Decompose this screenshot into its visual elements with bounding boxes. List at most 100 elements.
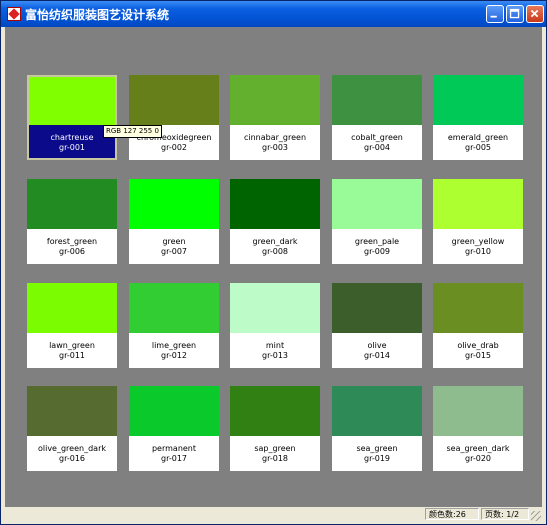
swatch-color [129,386,219,436]
swatch-code: gr-013 [261,351,288,360]
color-swatch-tile[interactable]: olive_drab gr-015 [433,283,523,368]
swatch-name: mint [265,341,285,350]
color-swatch-tile[interactable]: green_dark gr-008 [230,179,320,264]
swatch-color [129,179,219,229]
title-bar[interactable]: 富怡纺织服装图艺设计系统 [1,1,546,27]
swatch-color [29,77,115,125]
swatch-label: forest_green gr-006 [27,229,117,264]
swatch-color [27,283,117,333]
swatch-code: gr-020 [464,454,491,463]
swatch-label: cinnabar_green gr-003 [230,125,320,160]
color-swatch-tile[interactable]: cobalt_green gr-004 [332,75,422,160]
rgb-tooltip: RGB 127 255 0 [103,125,162,138]
swatch-name: green_dark [252,237,298,246]
color-swatch-tile[interactable]: chartreuse gr-001 [27,75,117,160]
swatch-name: green [162,237,186,246]
swatch-label: green_yellow gr-010 [433,229,523,264]
swatch-name: olive [367,341,387,350]
swatch-color [129,75,219,125]
swatch-label: green_pale gr-009 [332,229,422,264]
color-swatch-tile[interactable]: green_yellow gr-010 [433,179,523,264]
status-bar: 颜色数:26 页数: 1/2 [5,507,542,522]
swatch-name: green_yellow [451,237,505,246]
swatch-color [27,179,117,229]
swatch-name: lime_green [151,341,197,350]
swatch-color [433,75,523,125]
swatch-label: green_dark gr-008 [230,229,320,264]
color-swatch-tile[interactable]: lawn_green gr-011 [27,283,117,368]
minimize-button[interactable] [486,5,504,23]
color-swatch-tile[interactable]: green_pale gr-009 [332,179,422,264]
color-swatch-tile[interactable]: olive_green_dark gr-016 [27,386,117,471]
swatch-grid-panel: chartreuse gr-001 chromeoxidegreen gr-002 ci… [5,27,542,507]
swatch-name: green_pale [354,237,400,246]
swatch-label: lime_green gr-012 [129,333,219,368]
swatch-color [332,179,422,229]
swatch-label: permanent gr-017 [129,436,219,471]
swatch-code: gr-001 [58,143,85,152]
swatch-name: cobalt_green [351,133,403,142]
swatch-name: cinnabar_green [243,133,307,142]
swatch-name: olive_drab [457,341,499,350]
minimize-icon [490,15,497,18]
swatch-color [332,386,422,436]
swatch-name: sea_green [356,444,398,453]
swatch-label: sea_green_dark gr-020 [433,436,523,471]
swatch-label: cobalt_green gr-004 [332,125,422,160]
app-window: 富怡纺织服装图艺设计系统 chartreuse gr-001 chromeoxide… [0,0,547,525]
swatch-label: green gr-007 [129,229,219,264]
resize-grip-icon[interactable] [531,511,541,521]
app-icon[interactable] [7,7,21,21]
color-swatch-tile[interactable]: lime_green gr-012 [129,283,219,368]
swatch-code: gr-017 [160,454,187,463]
swatch-label: emerald_green gr-005 [433,125,523,160]
swatch-color [332,75,422,125]
swatch-code: gr-010 [464,247,491,256]
swatch-code: gr-014 [363,351,390,360]
swatch-color [433,386,523,436]
swatch-code: gr-018 [261,454,288,463]
close-button[interactable] [526,5,544,23]
swatch-code: gr-011 [58,351,85,360]
maximize-icon [509,8,520,19]
swatch-name: permanent [151,444,197,453]
swatch-name: lawn_green [49,341,95,350]
color-swatch-tile[interactable]: permanent gr-017 [129,386,219,471]
swatch-label: olive_drab gr-015 [433,333,523,368]
color-swatch-tile[interactable]: sea_green_dark gr-020 [433,386,523,471]
swatch-color [230,283,320,333]
color-swatch-tile[interactable]: sea_green gr-019 [332,386,422,471]
swatch-code: gr-003 [261,143,288,152]
color-swatch-tile[interactable]: cinnabar_green gr-003 [230,75,320,160]
swatch-label: sap_green gr-018 [230,436,320,471]
color-swatch-tile[interactable]: chromeoxidegreen gr-002 [129,75,219,160]
color-swatch-tile[interactable]: green gr-007 [129,179,219,264]
swatch-code: gr-012 [160,351,187,360]
close-icon [530,9,539,18]
page-status: 页数: 1/2 [481,508,529,520]
color-swatch-tile[interactable]: sap_green gr-018 [230,386,320,471]
swatch-code: gr-006 [58,247,85,256]
swatch-code: gr-007 [160,247,187,256]
color-swatch-tile[interactable]: emerald_green gr-005 [433,75,523,160]
color-swatch-tile[interactable]: olive gr-014 [332,283,422,368]
swatch-color [27,386,117,436]
swatch-code: gr-015 [464,351,491,360]
swatch-name: sea_green_dark [446,444,510,453]
swatch-label: mint gr-013 [230,333,320,368]
window-title: 富怡纺织服装图艺设计系统 [25,8,170,22]
swatch-code: gr-008 [261,247,288,256]
swatch-color [230,386,320,436]
swatch-code: gr-002 [160,143,187,152]
swatch-color [230,75,320,125]
swatch-name: emerald_green [447,133,509,142]
color-swatch-tile[interactable]: mint gr-013 [230,283,320,368]
swatch-color [129,283,219,333]
swatch-name: forest_green [46,237,98,246]
swatch-code: gr-019 [363,454,390,463]
swatch-code: gr-016 [58,454,85,463]
swatch-color [230,179,320,229]
color-swatch-tile[interactable]: forest_green gr-006 [27,179,117,264]
maximize-button[interactable] [506,5,524,23]
swatch-color [332,283,422,333]
